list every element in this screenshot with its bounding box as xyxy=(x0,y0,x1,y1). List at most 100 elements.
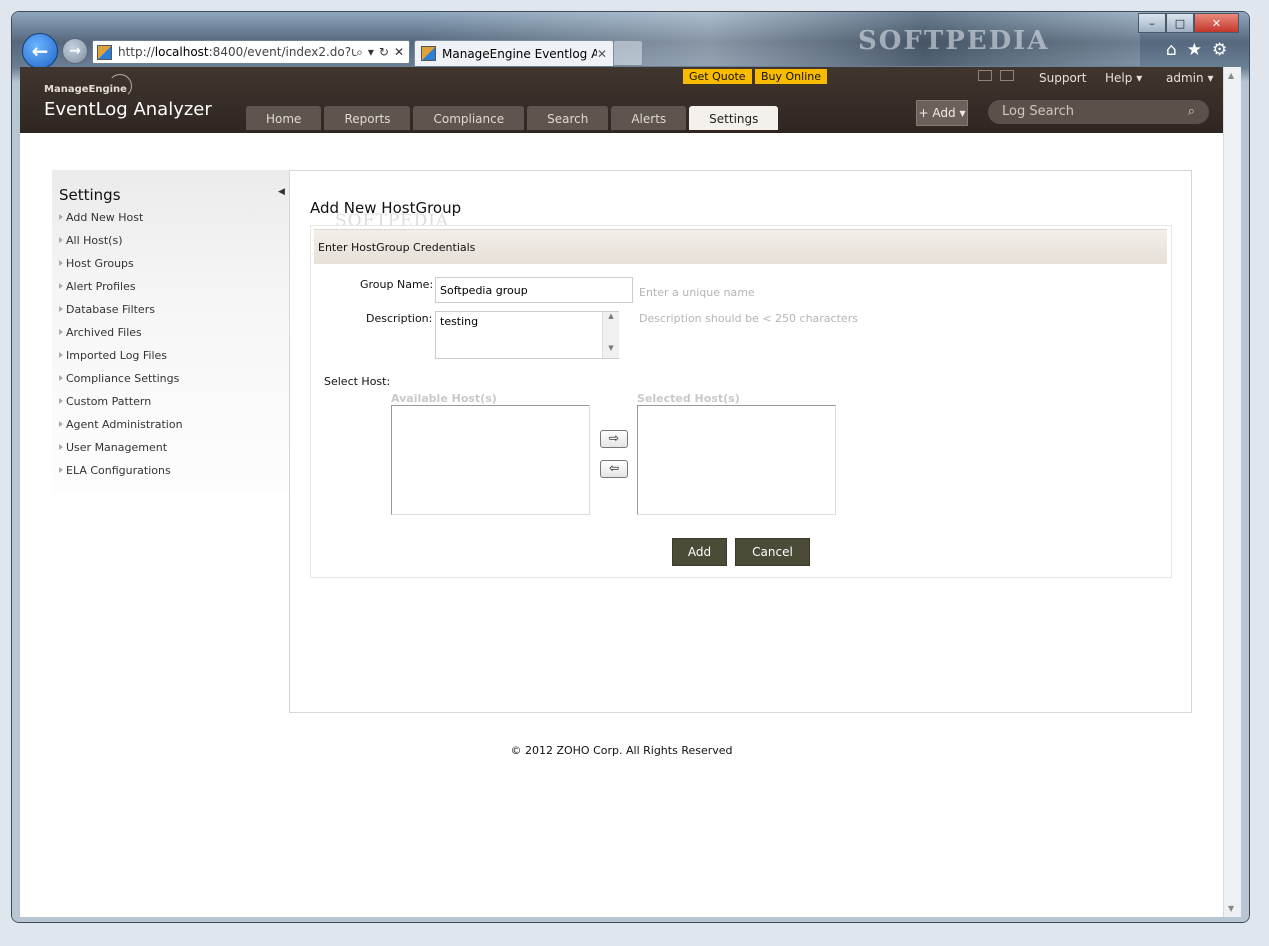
tab-favicon-icon xyxy=(421,46,436,61)
gear-icon[interactable]: ⚙ xyxy=(1212,40,1227,60)
get-quote-link[interactable]: Get Quote xyxy=(683,69,752,84)
window-controls: – □ ✕ xyxy=(1138,13,1239,33)
brand-logo-icon xyxy=(108,74,132,98)
sidebar-item-agent-administration[interactable]: Agent Administration xyxy=(59,418,183,431)
sidebar-item-database-filters[interactable]: Database Filters xyxy=(59,303,155,316)
scroll-up-icon[interactable]: ▲ xyxy=(1228,71,1234,80)
add-button[interactable]: Add xyxy=(672,538,727,566)
section-title: Enter HostGroup Credentials xyxy=(318,241,476,254)
sidebar-item-label: ELA Configurations xyxy=(66,464,171,477)
scroll-down-icon[interactable]: ▼ xyxy=(603,344,619,352)
header-icons xyxy=(978,70,1014,81)
description-hint: Description should be < 250 characters xyxy=(639,312,858,325)
sidebar-item-imported-log-files[interactable]: Imported Log Files xyxy=(59,349,167,362)
home-icon[interactable]: ⌂ xyxy=(1166,40,1177,60)
tab-home[interactable]: Home xyxy=(246,106,322,130)
sidebar-item-archived-files[interactable]: Archived Files xyxy=(59,326,142,339)
caret-right-icon xyxy=(59,214,63,220)
sidebar-item-label: Host Groups xyxy=(66,257,134,270)
search-icon[interactable]: ⌕ xyxy=(1188,100,1195,124)
user-menu[interactable]: admin ▾ xyxy=(1166,71,1213,85)
minimize-button[interactable]: – xyxy=(1138,13,1166,33)
page-scrollbar[interactable]: ▲ ▼ xyxy=(1223,67,1241,917)
new-tab-button[interactable] xyxy=(613,40,643,66)
url-prefix: http:// xyxy=(118,45,155,59)
address-url[interactable]: http://localhost:8400/event/index2.do?ur… xyxy=(118,45,356,59)
select-host-label: Select Host: xyxy=(324,375,391,388)
sidebar-item-label: Add New Host xyxy=(66,211,144,224)
selected-hosts-header: Selected Host(s) xyxy=(637,392,740,405)
softpedia-watermark: SOFTPEDIA xyxy=(858,26,1050,56)
tab-compliance[interactable]: Compliance xyxy=(413,106,525,130)
sidebar-item-add-new-host[interactable]: Add New Host xyxy=(59,211,143,224)
scroll-down-icon[interactable]: ▼ xyxy=(1228,904,1234,913)
cancel-button[interactable]: Cancel xyxy=(735,538,810,566)
sidebar-item-ela-configurations[interactable]: ELA Configurations xyxy=(59,464,171,477)
caret-right-icon xyxy=(59,352,63,358)
add-menu-label: + Add xyxy=(918,106,956,120)
description-input[interactable]: testing xyxy=(435,311,619,359)
arrow-left-icon: ⇦ xyxy=(608,461,620,475)
add-menu-button[interactable]: + Add ▾ xyxy=(916,100,968,126)
close-tab-icon[interactable]: ✕ xyxy=(597,47,607,61)
site-favicon-icon xyxy=(97,44,112,60)
group-name-input[interactable] xyxy=(435,277,633,303)
sidebar-item-alert-profiles[interactable]: Alert Profiles xyxy=(59,280,136,293)
search-icon[interactable]: ⌕ xyxy=(356,45,363,60)
dropdown-icon[interactable]: ▾ xyxy=(368,45,374,59)
help-label: Help xyxy=(1105,71,1133,85)
available-hosts-header: Available Host(s) xyxy=(391,392,497,405)
scroll-up-icon[interactable]: ▲ xyxy=(603,312,619,320)
refresh-icon[interactable]: ↻ xyxy=(379,45,389,59)
caret-right-icon xyxy=(59,375,63,381)
browser-tab[interactable]: ManageEngine Eventlog An... ✕ xyxy=(414,40,614,66)
arrow-right-icon: → xyxy=(69,43,81,59)
sidebar-item-compliance-settings[interactable]: Compliance Settings xyxy=(59,372,179,385)
tab-alerts[interactable]: Alerts xyxy=(611,106,687,130)
caret-right-icon xyxy=(59,467,63,473)
chevron-down-icon: ▾ xyxy=(959,106,966,120)
sidebar-item-label: Custom Pattern xyxy=(66,395,152,408)
description-scrollbar[interactable]: ▲ ▼ xyxy=(602,312,619,358)
group-name-hint: Enter a unique name xyxy=(639,286,755,299)
browser-tools: ⌂ ★ ⚙ xyxy=(1166,40,1227,60)
buy-online-link[interactable]: Buy Online xyxy=(755,69,828,84)
window-icon[interactable] xyxy=(1000,70,1014,81)
favorites-star-icon[interactable]: ★ xyxy=(1187,40,1202,60)
sidebar-item-all-hosts[interactable]: All Host(s) xyxy=(59,234,123,247)
monitor-icon[interactable] xyxy=(978,70,992,81)
caret-right-icon xyxy=(59,329,63,335)
move-right-button[interactable]: ⇨ xyxy=(600,430,628,448)
log-search-input[interactable]: Log Search ⌕ xyxy=(988,100,1209,124)
selected-hosts-list[interactable] xyxy=(637,405,836,515)
footer-copyright: © 2012 ZOHO Corp. All Rights Reserved xyxy=(510,744,733,757)
sidebar-item-custom-pattern[interactable]: Custom Pattern xyxy=(59,395,151,408)
description-label: Description: xyxy=(366,312,433,325)
tab-settings[interactable]: Settings xyxy=(689,106,779,130)
sidebar-item-label: All Host(s) xyxy=(66,234,123,247)
stop-icon[interactable]: ✕ xyxy=(394,45,404,59)
support-link[interactable]: Support xyxy=(1039,71,1086,85)
collapse-sidebar-icon[interactable]: ◀ xyxy=(278,187,285,197)
sidebar-item-label: Alert Profiles xyxy=(66,280,136,293)
back-button[interactable]: ← xyxy=(22,33,58,69)
help-menu[interactable]: Help ▾ xyxy=(1105,71,1142,85)
caret-right-icon xyxy=(59,306,63,312)
url-rest: :8400/event/index2.do?url: xyxy=(208,45,357,59)
chevron-down-icon: ▾ xyxy=(1207,71,1214,85)
sidebar-title: Settings xyxy=(59,186,121,204)
move-left-button[interactable]: ⇦ xyxy=(600,460,628,478)
tab-search[interactable]: Search xyxy=(527,106,609,130)
address-bar[interactable]: http://localhost:8400/event/index2.do?ur… xyxy=(92,40,410,64)
tab-reports[interactable]: Reports xyxy=(324,106,411,130)
maximize-button[interactable]: □ xyxy=(1166,13,1194,33)
sidebar-item-host-groups[interactable]: Host Groups xyxy=(59,257,134,270)
close-window-button[interactable]: ✕ xyxy=(1194,13,1239,33)
section-header: Enter HostGroup Credentials xyxy=(314,229,1167,264)
forward-button[interactable]: → xyxy=(62,38,88,64)
available-hosts-list[interactable] xyxy=(391,405,590,515)
main-tabs: Home Reports Compliance Search Alerts Se… xyxy=(246,106,779,130)
sidebar-item-user-management[interactable]: User Management xyxy=(59,441,167,454)
chevron-down-icon: ▾ xyxy=(1136,71,1143,85)
tab-title: ManageEngine Eventlog An... xyxy=(442,46,597,61)
